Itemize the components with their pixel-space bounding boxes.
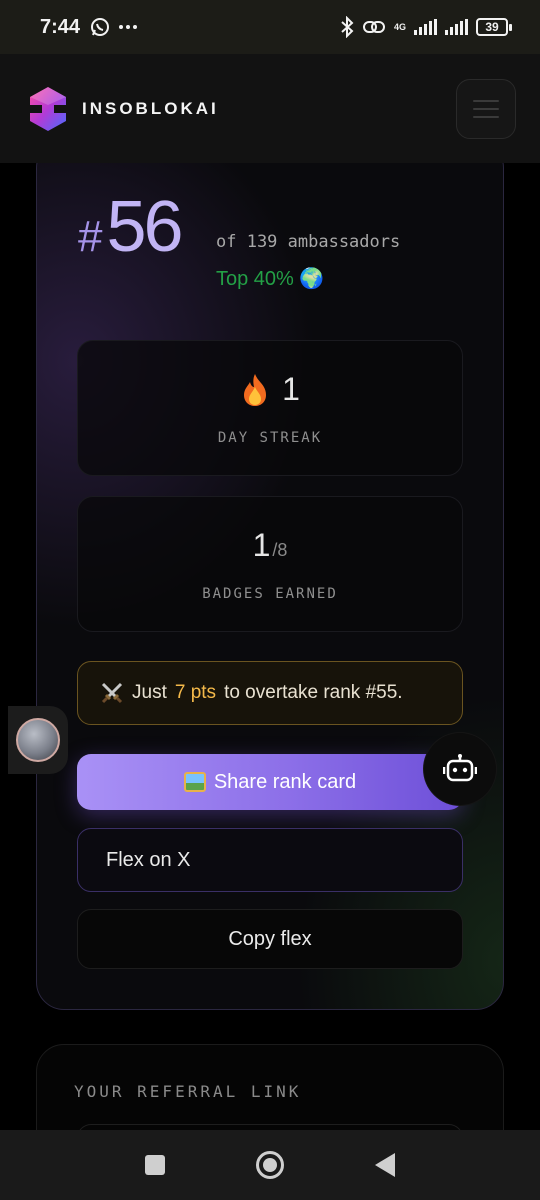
bluetooth-icon	[341, 16, 354, 38]
overtake-notice: Just 7 pts to overtake rank #55.	[77, 661, 463, 725]
floating-assistant-button[interactable]	[8, 706, 68, 774]
framed-picture-icon	[183, 772, 206, 792]
overtake-prefix: Just	[132, 682, 167, 703]
copy-button-label: Copy flex	[228, 927, 312, 950]
badges-total: /8	[272, 540, 288, 560]
flex-button-label: Flex on X	[106, 848, 191, 871]
menu-button[interactable]	[456, 78, 516, 139]
referral-label: YOUR REFERRAL LINK	[74, 1082, 302, 1101]
copy-flex-button[interactable]: Copy flex	[77, 909, 463, 969]
status-bar: 7:44 4G 39	[0, 0, 540, 54]
link-icon	[362, 21, 385, 33]
signal-icon	[414, 19, 437, 35]
whatsapp-icon	[91, 18, 110, 36]
rank-display: # 56	[78, 186, 184, 268]
assistant-orb-icon	[16, 718, 60, 762]
overtake-points: 7 pts	[174, 682, 217, 703]
flex-on-x-button[interactable]: Flex on X	[77, 828, 463, 892]
streak-box: 1 DAY STREAK	[77, 340, 463, 476]
rank-number: 56	[106, 187, 183, 267]
chatbot-button[interactable]	[424, 733, 496, 805]
robot-icon	[443, 754, 477, 782]
streak-value: 1	[282, 371, 300, 407]
share-rank-card-button[interactable]: Share rank card	[77, 754, 463, 810]
more-icon	[119, 25, 138, 29]
recents-icon[interactable]	[145, 1155, 166, 1175]
ambassador-count: of 139 ambassadors	[216, 232, 401, 252]
badges-box: 1/8 BADGES EARNED	[77, 496, 463, 632]
brand-name[interactable]: INSOBLOKAI	[82, 99, 219, 119]
streak-label: DAY STREAK	[217, 430, 323, 446]
system-nav-bar	[0, 1130, 540, 1200]
overtake-suffix: to overtake rank #55.	[224, 682, 403, 703]
top-percentile: Top 40% 🌍	[216, 268, 325, 290]
menu-icon	[473, 99, 499, 102]
logo-icon[interactable]	[28, 85, 68, 133]
back-icon[interactable]	[374, 1153, 395, 1177]
share-button-label: Share rank card	[213, 770, 357, 793]
flame-icon	[244, 373, 267, 406]
battery-icon: 39	[476, 18, 512, 36]
badges-earned: 1	[252, 527, 271, 563]
home-icon[interactable]	[255, 1151, 284, 1179]
app-header: INSOBLOKAI	[0, 54, 540, 163]
rank-hash: #	[78, 212, 103, 261]
crossed-swords-icon	[101, 682, 123, 704]
badges-label: BADGES EARNED	[202, 586, 338, 602]
signal-icon	[445, 19, 468, 35]
network-type: 4G	[393, 21, 406, 32]
status-time: 7:44	[40, 15, 81, 38]
